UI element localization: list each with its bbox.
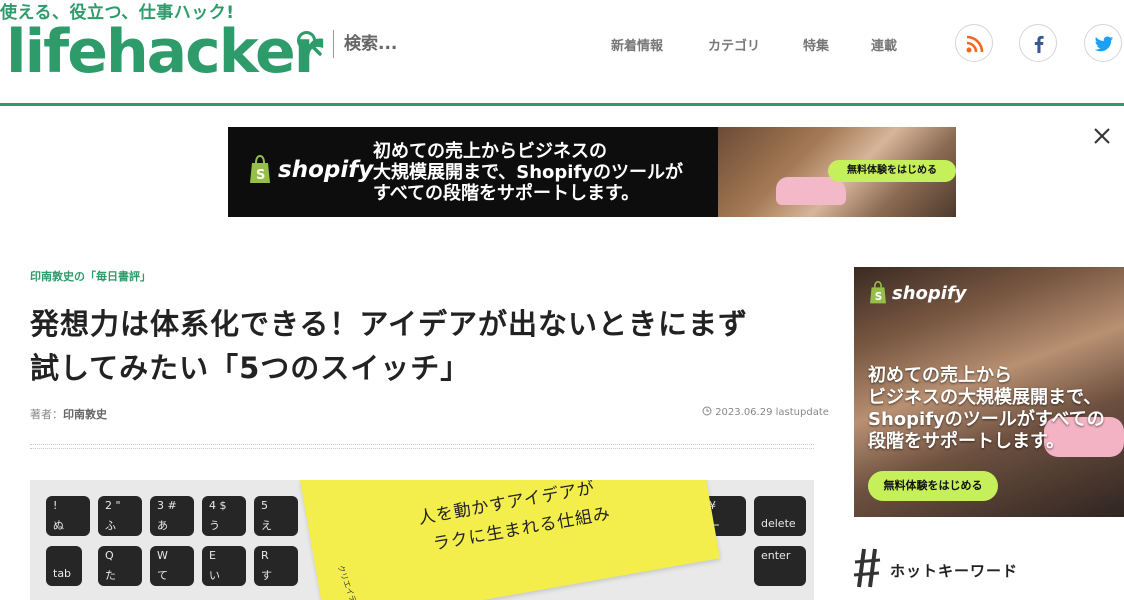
side-ad-line1: 初めての売上から: [868, 365, 1012, 386]
keyboard-key: Rす: [254, 546, 298, 586]
keyboard-key: Eい: [202, 546, 246, 586]
article-date-text: 2023.06.29 lastupdate: [715, 407, 829, 418]
article-date: 2023.06.29 lastupdate: [702, 406, 829, 418]
side-ad-line2: ビジネスの大規模展開まで、: [868, 387, 1102, 408]
author-name[interactable]: 印南敦史: [63, 408, 107, 421]
shopify-bag-icon: S: [250, 155, 270, 183]
book-cover: 人を動かすアイデアが ラクに生まれる仕組み クリエイティブ: [300, 480, 720, 600]
logo-life: life: [6, 17, 108, 87]
rss-icon: [966, 35, 984, 53]
side-ad-brand: shopify: [892, 283, 967, 304]
side-ad-line4: 段階をサポートします。: [868, 431, 1065, 452]
article-title-line2: 試してみたい「5つのスイッチ」: [30, 351, 471, 385]
keyboard-key: delete: [754, 496, 806, 536]
site-logo[interactable]: lifehacker: [6, 22, 323, 82]
article-divider: [30, 444, 814, 449]
search-icon[interactable]: [296, 30, 322, 56]
keyboard-key: tab: [46, 546, 82, 586]
rss-button[interactable]: [955, 24, 993, 62]
close-ad-icon[interactable]: [1090, 124, 1114, 148]
sidebar-ad[interactable]: S shopify 初めての売上から ビジネスの大規模展開まで、 Shopify…: [854, 267, 1124, 517]
article-author: 著者：印南敦史: [30, 406, 107, 422]
top-ad-cta-button[interactable]: 無料体験をはじめる: [828, 160, 956, 182]
side-ad-line3: Shopifyのツールがすべての: [868, 409, 1105, 430]
article-title: 発想力は体系化できる！アイデアが出ないときにまず 試してみたい「5つのスイッチ」: [30, 302, 820, 390]
keyboard-key: 2 " ふ: [98, 496, 142, 536]
author-label: 著者：: [30, 408, 63, 421]
header-divider: [0, 103, 1124, 106]
top-ad-line1: 初めての売上からビジネスの: [373, 141, 607, 162]
article-category[interactable]: 印南敦史の「毎日書評」: [30, 268, 151, 284]
article-title-line1: 発想力は体系化できる！アイデアが出ないときにまず: [30, 307, 748, 341]
facebook-button[interactable]: [1019, 24, 1057, 62]
top-banner-ad[interactable]: S shopify 初めての売上からビジネスの 大規模展開まで、Shopifyの…: [228, 127, 956, 217]
keyboard-key: enter: [754, 546, 806, 586]
hot-keywords-heading: ホットキーワード: [890, 562, 1019, 580]
hashtag-icon: [853, 548, 881, 588]
keyboard-key: Qた: [98, 546, 142, 586]
keyboard-key: Wて: [150, 546, 194, 586]
keyboard-key: 4 $ う: [202, 496, 246, 536]
article-hero-image: !ぬ 2 "ふ 3 #あ 4 $う 5え 0を =ほ ~へ ¥ー delete …: [30, 480, 814, 600]
nav-series[interactable]: 連載: [871, 35, 897, 54]
site-header: 使える、役立つ、仕事ハック! lifehacker 新着情報 カテゴリ 特集 連…: [0, 0, 1124, 104]
keyboard-key: 3 # あ: [150, 496, 194, 536]
top-ad-line3: すべての段階をサポートします。: [373, 183, 640, 204]
clock-icon: [702, 406, 712, 416]
svg-text:S: S: [256, 168, 265, 183]
nav-features[interactable]: 特集: [803, 35, 829, 54]
book-cover-side: クリエイティブ: [335, 563, 364, 600]
top-ad-line2: 大規模展開まで、Shopifyのツールが: [373, 162, 684, 183]
twitter-icon: [1094, 36, 1114, 52]
side-ad-cta-button[interactable]: 無料体験をはじめる: [868, 471, 998, 501]
top-ad-brand: shopify: [278, 157, 374, 183]
nav-new[interactable]: 新着情報: [611, 35, 663, 54]
logo-hacker: hacker: [105, 17, 323, 87]
shopify-bag-icon: S: [870, 281, 886, 304]
facebook-icon: [1034, 35, 1044, 53]
side-ad-copy: 初めての売上から ビジネスの大規模展開まで、 Shopifyのツールがすべての …: [868, 365, 1105, 453]
top-ad-copy: 初めての売上からビジネスの 大規模展開まで、Shopifyのツールが すべての段…: [373, 141, 683, 204]
search-input[interactable]: [344, 30, 564, 58]
svg-text:S: S: [875, 291, 882, 303]
search-divider: [333, 30, 334, 58]
nav-category[interactable]: カテゴリ: [708, 35, 760, 54]
keyboard-key: 5え: [254, 496, 298, 536]
keyboard-key: ! ぬ: [46, 496, 90, 536]
twitter-button[interactable]: [1084, 24, 1122, 62]
